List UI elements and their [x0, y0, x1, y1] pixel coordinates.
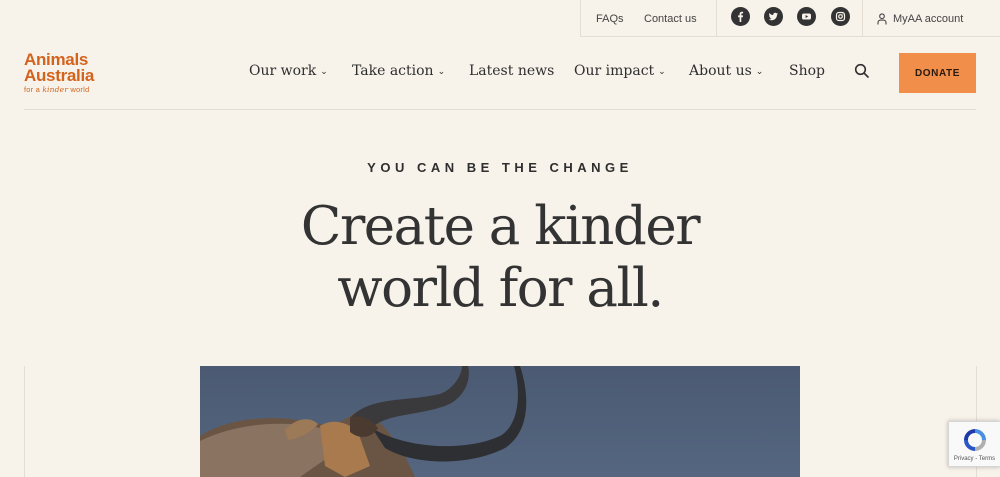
logo-tagline: for a kinder world [24, 85, 94, 94]
nav-shop-label: Shop [789, 63, 825, 79]
nav-shop[interactable]: Shop [789, 63, 825, 79]
nav-our-impact-label: Our impact [574, 63, 655, 79]
hero-image [200, 366, 800, 477]
chevron-down-icon: ⌄ [658, 67, 666, 77]
logo-tag-suffix: world [70, 85, 90, 94]
hero-headline: Create a kinder world for all. [0, 196, 1000, 320]
nav-our-impact[interactable]: Our impact ⌄ [574, 63, 666, 79]
twitter-icon[interactable] [764, 7, 783, 26]
recaptcha-footer: Privacy - Terms [953, 456, 996, 462]
logo-line2: Australia [24, 66, 95, 85]
divider [24, 366, 25, 477]
nav-about-us-label: About us [689, 63, 752, 79]
faqs-link[interactable]: FAQs [596, 13, 624, 25]
youtube-icon[interactable] [797, 7, 816, 26]
nav-latest-news[interactable]: Latest news [469, 63, 554, 79]
recaptcha-icon [963, 429, 986, 451]
divider [862, 0, 863, 37]
instagram-icon[interactable] [831, 7, 850, 26]
divider [24, 109, 976, 110]
nav-about-us[interactable]: About us ⌄ [689, 63, 763, 79]
hero-headline-line1: Create a kinder [300, 196, 701, 257]
account-label: MyAA account [893, 13, 964, 25]
logo-tag-prefix: for a [24, 85, 41, 94]
donate-button[interactable]: DONATE [899, 53, 976, 93]
divider [580, 36, 1000, 37]
hero-headline-line2: world for all. [337, 258, 664, 319]
hero-eyebrow: YOU CAN BE THE CHANGE [367, 160, 633, 175]
nav-our-work-label: Our work [249, 63, 317, 79]
chevron-down-icon: ⌄ [755, 67, 764, 77]
facebook-icon[interactable] [731, 7, 750, 26]
divider [580, 0, 581, 37]
user-icon [877, 13, 887, 25]
logo-tag-kinder: kinder [42, 85, 69, 94]
divider [716, 0, 717, 37]
nav-take-action-label: Take action [352, 63, 434, 79]
nav-take-action[interactable]: Take action ⌄ [352, 63, 445, 79]
recaptcha-badge[interactable]: Privacy - Terms [948, 421, 1000, 467]
nav-latest-news-label: Latest news [469, 63, 555, 79]
myaa-account-link[interactable]: MyAA account [877, 13, 963, 25]
chevron-down-icon: ⌄ [320, 67, 328, 77]
animals-australia-logo[interactable]: Animals Australia for a kinder world [24, 51, 95, 94]
search-icon[interactable] [854, 63, 870, 79]
contact-us-link[interactable]: Contact us [644, 13, 697, 25]
nav-our-work[interactable]: Our work ⌄ [249, 63, 328, 79]
utility-bar: FAQs Contact us MyAA account [0, 0, 1000, 37]
chevron-down-icon: ⌄ [437, 67, 446, 77]
